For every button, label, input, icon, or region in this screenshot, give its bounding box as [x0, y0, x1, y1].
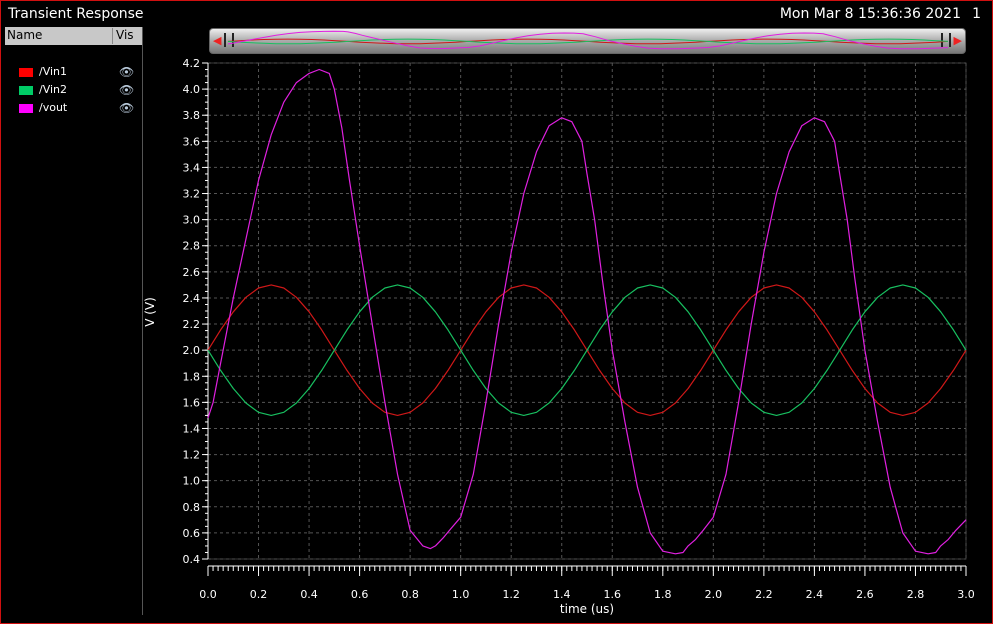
x-tick-label: 2.2 — [755, 588, 773, 601]
x-tick-label: 1.0 — [452, 588, 470, 601]
y-tick-label: 1.8 — [183, 370, 201, 383]
y-tick-label: 4.0 — [183, 83, 201, 96]
y-axis: 0.4 0.6 0.8 1.0 1.2 1.4 1.6 1.8 2.0 2.2 2.4 2.6 2.8 3… — [183, 57, 209, 566]
plot-area — [207, 62, 967, 560]
y-tick-label: 0.8 — [183, 501, 201, 514]
y-tick-label: 3.2 — [183, 188, 201, 201]
y-tick-label: 2.8 — [183, 240, 201, 253]
y-tick-label: 1.6 — [183, 396, 201, 409]
x-tick-label: 0.2 — [250, 588, 268, 601]
x-tick-label: 1.4 — [553, 588, 571, 601]
y-tick-label: 1.0 — [183, 475, 201, 488]
x-tick-label: 0.0 — [199, 588, 217, 601]
x-tick-label: 3.0 — [957, 588, 975, 601]
x-tick-label: 2.0 — [705, 588, 723, 601]
grid — [207, 62, 967, 560]
y-tick-label: 3.0 — [183, 214, 201, 227]
x-tick-label: 2.8 — [907, 588, 925, 601]
x-tick-label: 2.4 — [806, 588, 824, 601]
x-axis: 0.0 0.2 0.4 0.6 0.8 1.0 1.2 1.4 1.6 1.8 2.0 2.2 2.4 2… — [199, 565, 975, 601]
y-axis-label: V (V) — [143, 297, 157, 327]
y-tick-label: 2.4 — [183, 292, 201, 305]
y-tick-label: 2.6 — [183, 266, 201, 279]
y-tick-label: 0.6 — [183, 527, 201, 540]
y-tick-label: 0.4 — [183, 553, 201, 566]
x-tick-label: 0.6 — [351, 588, 369, 601]
transient-plot[interactable]: 0.4 0.6 0.8 1.0 1.2 1.4 1.6 1.8 2.0 2.2 2.4 2.6 2.8 3… — [0, 0, 993, 624]
x-tick-label: 1.6 — [604, 588, 622, 601]
y-tick-label: 2.2 — [183, 318, 201, 331]
x-axis-label: time (us) — [560, 602, 614, 616]
y-tick-label: 3.4 — [183, 161, 201, 174]
y-tick-label: 1.4 — [183, 422, 201, 435]
x-tick-label: 1.8 — [654, 588, 672, 601]
y-tick-label: 1.2 — [183, 449, 201, 462]
y-tick-label: 2.0 — [183, 344, 201, 357]
x-tick-label: 1.2 — [502, 588, 520, 601]
x-tick-label: 0.8 — [401, 588, 419, 601]
y-tick-label: 4.2 — [183, 57, 201, 70]
x-tick-label: 0.4 — [300, 588, 318, 601]
x-tick-label: 2.6 — [856, 588, 874, 601]
y-tick-label: 3.8 — [183, 109, 201, 122]
y-tick-label: 3.6 — [183, 135, 201, 148]
